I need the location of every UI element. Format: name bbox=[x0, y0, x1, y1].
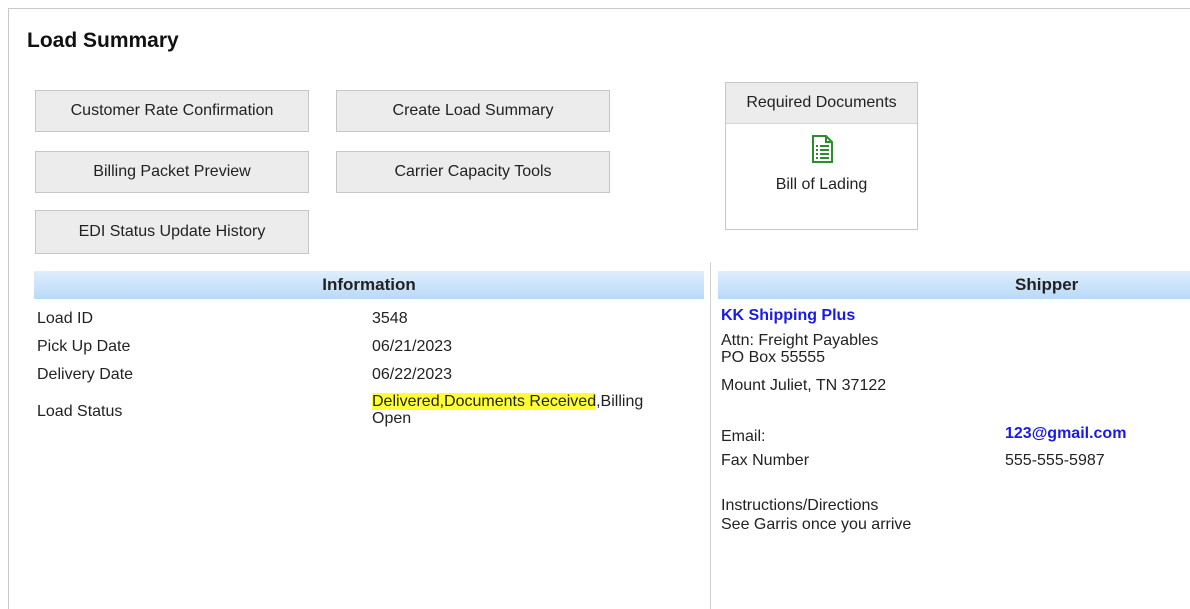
bill-of-lading-label: Bill of Lading bbox=[775, 176, 868, 193]
load-status-text-1: ,Billing bbox=[596, 393, 644, 410]
load-status-value: Delivered,Documents Received,Billing Ope… bbox=[372, 393, 643, 427]
load-id-label: Load ID bbox=[37, 310, 94, 327]
column-divider bbox=[710, 262, 711, 609]
fax-value: 555-555-5987 bbox=[1005, 452, 1105, 469]
load-id-value: 3548 bbox=[372, 310, 408, 327]
page-title: Load Summary bbox=[27, 29, 179, 52]
panel-left-border bbox=[8, 8, 9, 609]
create-load-summary-button[interactable]: Create Load Summary bbox=[336, 90, 610, 132]
required-documents-panel: Required Documents Bill of Lading bbox=[725, 82, 918, 230]
document-icon bbox=[811, 135, 833, 168]
edi-status-update-history-button[interactable]: EDI Status Update History bbox=[35, 210, 309, 254]
load-status-highlight-2: Documents Received bbox=[444, 393, 597, 410]
email-label: Email: bbox=[721, 428, 766, 445]
instructions-value: See Garris once you arrive bbox=[721, 516, 912, 533]
bill-of-lading-document[interactable]: Bill of Lading bbox=[726, 135, 917, 194]
fax-label: Fax Number bbox=[721, 452, 810, 469]
information-header: Information bbox=[34, 271, 704, 299]
shipper-address-line1: PO Box 55555 bbox=[721, 349, 826, 366]
delivery-date-label: Delivery Date bbox=[37, 366, 134, 383]
carrier-capacity-tools-button[interactable]: Carrier Capacity Tools bbox=[336, 151, 610, 193]
instructions-label: Instructions/Directions bbox=[721, 497, 879, 514]
pick-up-date-label: Pick Up Date bbox=[37, 338, 131, 355]
shipper-header: Shipper bbox=[718, 271, 1190, 299]
panel-top-border bbox=[8, 8, 1190, 9]
required-documents-header: Required Documents bbox=[726, 83, 917, 124]
pick-up-date-value: 06/21/2023 bbox=[372, 338, 453, 355]
load-status-text-2: Open bbox=[372, 410, 412, 427]
delivery-date-value: 06/22/2023 bbox=[372, 366, 453, 383]
shipper-header-label: Shipper bbox=[1015, 275, 1079, 294]
billing-packet-preview-button[interactable]: Billing Packet Preview bbox=[35, 151, 309, 193]
shipper-name: KK Shipping Plus bbox=[721, 307, 856, 324]
load-status-highlight-1: Delivered, bbox=[372, 393, 445, 410]
shipper-address-line2: Mount Juliet, TN 37122 bbox=[721, 377, 887, 394]
customer-rate-confirmation-button[interactable]: Customer Rate Confirmation bbox=[35, 90, 309, 132]
email-link[interactable]: 123@gmail.com bbox=[1005, 425, 1126, 443]
load-status-label: Load Status bbox=[37, 403, 123, 420]
